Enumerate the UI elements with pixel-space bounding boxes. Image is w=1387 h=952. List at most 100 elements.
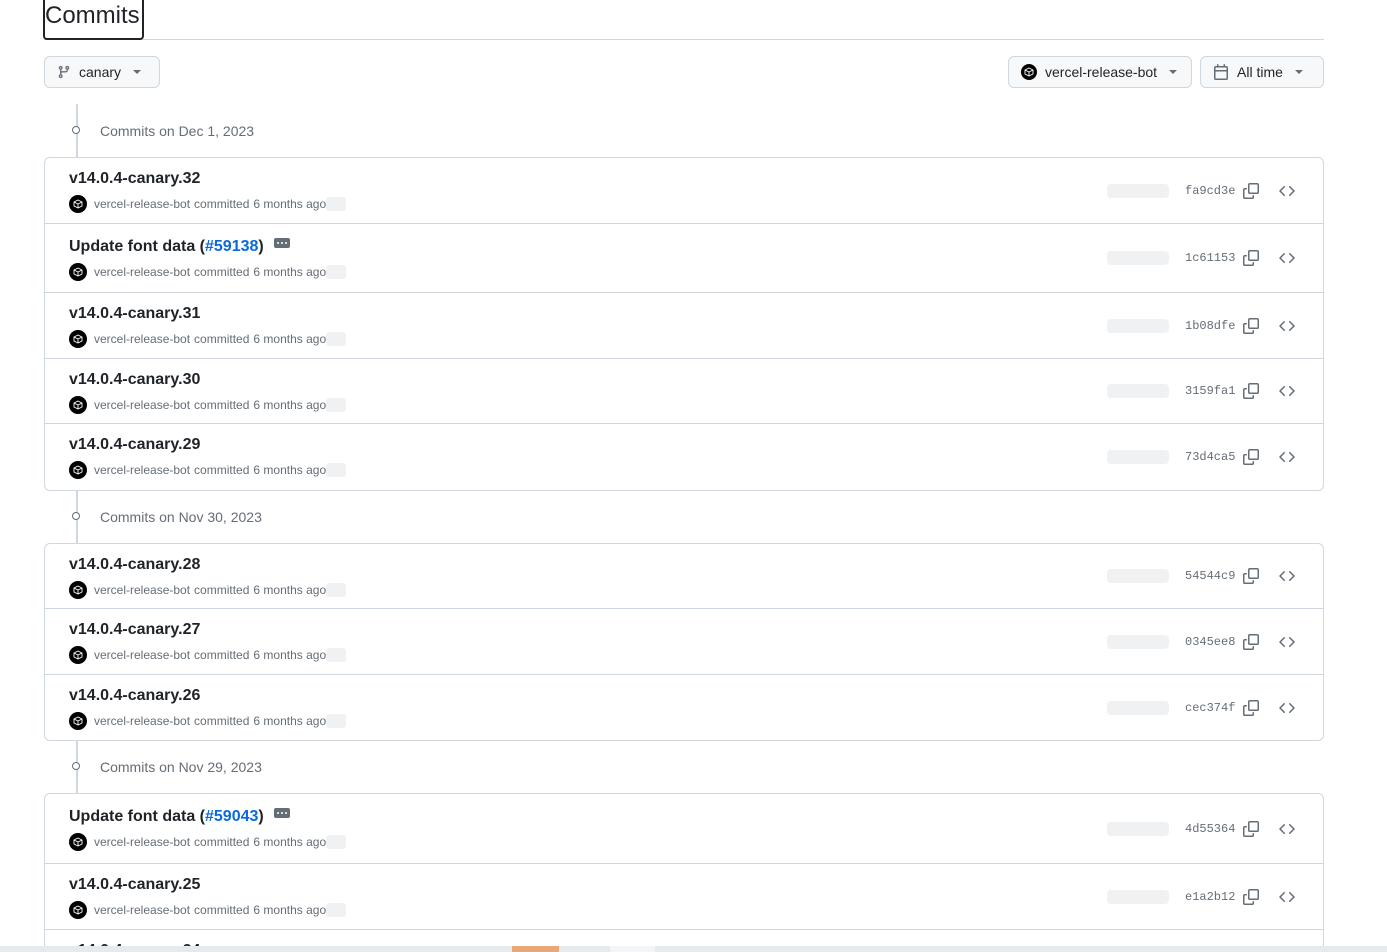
- copy-icon[interactable]: [1233, 626, 1269, 658]
- commit-author[interactable]: vercel-release-bot: [94, 583, 190, 597]
- code-icon[interactable]: [1269, 626, 1305, 658]
- commit-title[interactable]: v14.0.4-canary.31: [69, 305, 200, 323]
- commit-title[interactable]: v14.0.4-canary.26: [69, 687, 200, 705]
- code-icon[interactable]: [1269, 560, 1305, 592]
- commit-title-text[interactable]: Update font data (: [69, 808, 205, 826]
- commit-title[interactable]: Update font data (#59043): [69, 808, 290, 826]
- avatar[interactable]: [69, 263, 87, 281]
- commit-title-text[interactable]: v14.0.4-canary.28: [69, 556, 200, 574]
- commit-sha-link[interactable]: 73d4ca5: [1185, 450, 1235, 464]
- code-icon[interactable]: [1269, 881, 1305, 913]
- commit-author[interactable]: vercel-release-bot: [94, 398, 190, 412]
- commit-title[interactable]: v14.0.4-canary.30: [69, 371, 200, 389]
- commit-title[interactable]: v14.0.4-canary.32: [69, 170, 200, 188]
- commit-title[interactable]: v14.0.4-canary.29: [69, 436, 200, 454]
- git-commit-icon: [68, 758, 86, 776]
- commit-group-date: Commits on Nov 29, 2023: [100, 759, 262, 775]
- avatar[interactable]: [69, 330, 87, 348]
- avatar[interactable]: [69, 195, 87, 213]
- commit-verb: committed: [194, 398, 250, 412]
- code-icon[interactable]: [1269, 375, 1305, 407]
- commit-title-text[interactable]: v14.0.4-canary.32: [69, 170, 200, 188]
- copy-icon[interactable]: [1233, 560, 1269, 592]
- commit-sha-link[interactable]: 3159fa1: [1185, 384, 1235, 398]
- checks-placeholder: [1107, 318, 1169, 333]
- code-icon[interactable]: [1269, 441, 1305, 473]
- avatar[interactable]: [69, 833, 87, 851]
- copy-icon[interactable]: [1233, 242, 1269, 274]
- commit-row: v14.0.4-canary.29 vercel-release-bot commi…: [45, 424, 1323, 490]
- commit-time: 6 months ago: [253, 265, 327, 279]
- commit-time: 6 months ago: [253, 463, 327, 477]
- commit-title-text[interactable]: v14.0.4-canary.30: [69, 371, 200, 389]
- commit-list: Update font data (#59043) vercel-release-…: [44, 793, 1324, 952]
- commit-sha-link[interactable]: 0345ee8: [1185, 635, 1235, 649]
- commit-title-text[interactable]: v14.0.4-canary.25: [69, 876, 200, 894]
- commit-row: Update font data (#59043) vercel-release-…: [45, 794, 1323, 864]
- copy-icon[interactable]: [1233, 375, 1269, 407]
- chevron-down-icon: [1294, 70, 1303, 74]
- pull-request-link[interactable]: #59138: [205, 238, 258, 256]
- code-icon[interactable]: [1269, 692, 1305, 724]
- commit-author[interactable]: vercel-release-bot: [94, 903, 190, 917]
- commit-actions: fa9cd3e: [1107, 158, 1323, 223]
- copy-icon[interactable]: [1233, 441, 1269, 473]
- avatar[interactable]: [69, 712, 87, 730]
- time-filter-button[interactable]: All time: [1200, 56, 1324, 88]
- commit-author[interactable]: vercel-release-bot: [94, 648, 190, 662]
- commit-verb: committed: [194, 463, 250, 477]
- commit-author[interactable]: vercel-release-bot: [94, 332, 190, 346]
- copy-icon[interactable]: [1233, 813, 1269, 845]
- avatar[interactable]: [69, 461, 87, 479]
- commit-sha-link[interactable]: 1b08dfe: [1185, 319, 1235, 333]
- commit-title[interactable]: v14.0.4-canary.28: [69, 556, 200, 574]
- commit-title[interactable]: Update font data (#59138): [69, 238, 290, 256]
- copy-icon[interactable]: [1233, 692, 1269, 724]
- code-icon[interactable]: [1269, 175, 1305, 207]
- copy-icon[interactable]: [1233, 881, 1269, 913]
- code-icon[interactable]: [1269, 242, 1305, 274]
- commit-title[interactable]: v14.0.4-canary.25: [69, 876, 200, 894]
- commit-row: v14.0.4-canary.32 vercel-release-bot commi…: [45, 158, 1323, 224]
- commit-meta: vercel-release-bot committed 6 months ago: [69, 581, 347, 599]
- avatar[interactable]: [69, 396, 87, 414]
- ellipsis-icon[interactable]: [273, 238, 290, 248]
- commit-time: 6 months ago: [253, 398, 327, 412]
- horizontal-scrollbar[interactable]: [0, 946, 1387, 952]
- commit-verb: committed: [194, 648, 250, 662]
- commit-time: 6 months ago: [253, 903, 327, 917]
- checks-placeholder: [1107, 251, 1169, 265]
- author-filter-button[interactable]: vercel-release-bot: [1008, 56, 1192, 88]
- commit-title-text[interactable]: Update font data (: [69, 238, 205, 256]
- commit-sha-link[interactable]: cec374f: [1185, 701, 1235, 715]
- commit-author[interactable]: vercel-release-bot: [94, 463, 190, 477]
- commit-sha-link[interactable]: e1a2b12: [1185, 890, 1235, 904]
- commit-title-text[interactable]: v14.0.4-canary.29: [69, 436, 200, 454]
- code-icon[interactable]: [1269, 813, 1305, 845]
- status-placeholder: [326, 265, 347, 279]
- copy-icon[interactable]: [1233, 175, 1269, 207]
- commit-sha-link[interactable]: 4d55364: [1185, 822, 1235, 836]
- branch-selector-button[interactable]: canary: [44, 56, 160, 88]
- copy-icon[interactable]: [1233, 310, 1269, 342]
- avatar[interactable]: [69, 581, 87, 599]
- status-placeholder: [326, 714, 347, 728]
- avatar[interactable]: [69, 646, 87, 664]
- avatar[interactable]: [69, 901, 87, 919]
- ellipsis-icon[interactable]: [273, 808, 290, 818]
- commit-title-text[interactable]: v14.0.4-canary.31: [69, 305, 200, 323]
- commit-sha-link[interactable]: fa9cd3e: [1185, 184, 1235, 198]
- commit-author[interactable]: vercel-release-bot: [94, 197, 190, 211]
- commit-author[interactable]: vercel-release-bot: [94, 714, 190, 728]
- pull-request-link[interactable]: #59043: [205, 808, 258, 826]
- commit-title-text[interactable]: v14.0.4-canary.26: [69, 687, 200, 705]
- commit-title[interactable]: v14.0.4-canary.27: [69, 621, 200, 639]
- commit-title-text[interactable]: v14.0.4-canary.27: [69, 621, 200, 639]
- commit-sha-link[interactable]: 1c61153: [1185, 251, 1235, 265]
- commit-author[interactable]: vercel-release-bot: [94, 265, 190, 279]
- code-icon[interactable]: [1269, 310, 1305, 342]
- commit-meta: vercel-release-bot committed 6 months ago: [69, 396, 347, 414]
- checks-placeholder: [1107, 384, 1169, 398]
- commit-sha-link[interactable]: 54544c9: [1185, 569, 1235, 583]
- commit-author[interactable]: vercel-release-bot: [94, 835, 190, 849]
